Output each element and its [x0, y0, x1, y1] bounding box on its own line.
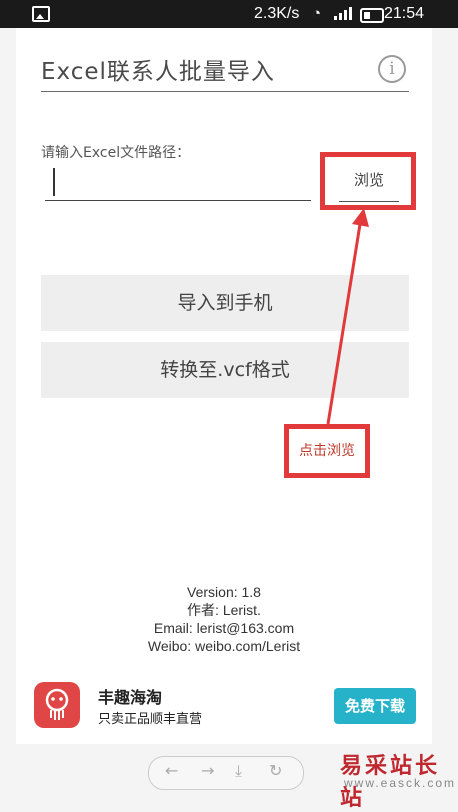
watermark-url: www.easck.com — [344, 776, 457, 790]
ad-download-button[interactable]: 免费下载 — [334, 688, 416, 724]
author-text: 作者: Lerist. — [187, 602, 261, 618]
version-text: Version: 1.8 — [187, 584, 261, 600]
status-bar: 2.3K/s ◔ 21:54 — [0, 0, 458, 28]
ad-banner[interactable]: 丰趣海淘 只卖正品顺丰直营 免费下载 — [16, 676, 432, 744]
download-icon[interactable]: ⤓ — [235, 761, 242, 781]
weibo-text: Weibo: weibo.com/Lerist — [147, 638, 301, 654]
browser-nav-bar: ← → ⤓ ↻ — [148, 756, 304, 790]
ad-app-icon — [34, 682, 80, 728]
clock: 21:54 — [384, 5, 425, 22]
image-notification-icon — [32, 6, 50, 22]
network-speed: 2.3K/s — [254, 5, 300, 22]
annotation-label: 点击浏览 — [284, 424, 370, 478]
app-screen: Excel联系人批量导入 i 请输入Excel文件路径： 浏览 导入到手机 转换… — [16, 28, 432, 744]
back-icon[interactable]: ← — [165, 761, 178, 780]
ad-subtitle: 只卖正品顺丰直营 — [98, 712, 203, 727]
battery-icon — [360, 8, 384, 23]
wifi-icon: ◔ — [312, 5, 322, 22]
ad-title: 丰趣海淘 — [98, 688, 163, 707]
refresh-icon[interactable]: ↻ — [269, 761, 282, 780]
email-text: Email: lerist@163.com — [153, 620, 295, 636]
forward-icon[interactable]: → — [201, 761, 214, 780]
mascot-icon — [45, 688, 69, 720]
signal-icon — [334, 6, 352, 20]
about-info: Version: 1.8 作者: Lerist. Email: lerist@1… — [16, 583, 432, 655]
